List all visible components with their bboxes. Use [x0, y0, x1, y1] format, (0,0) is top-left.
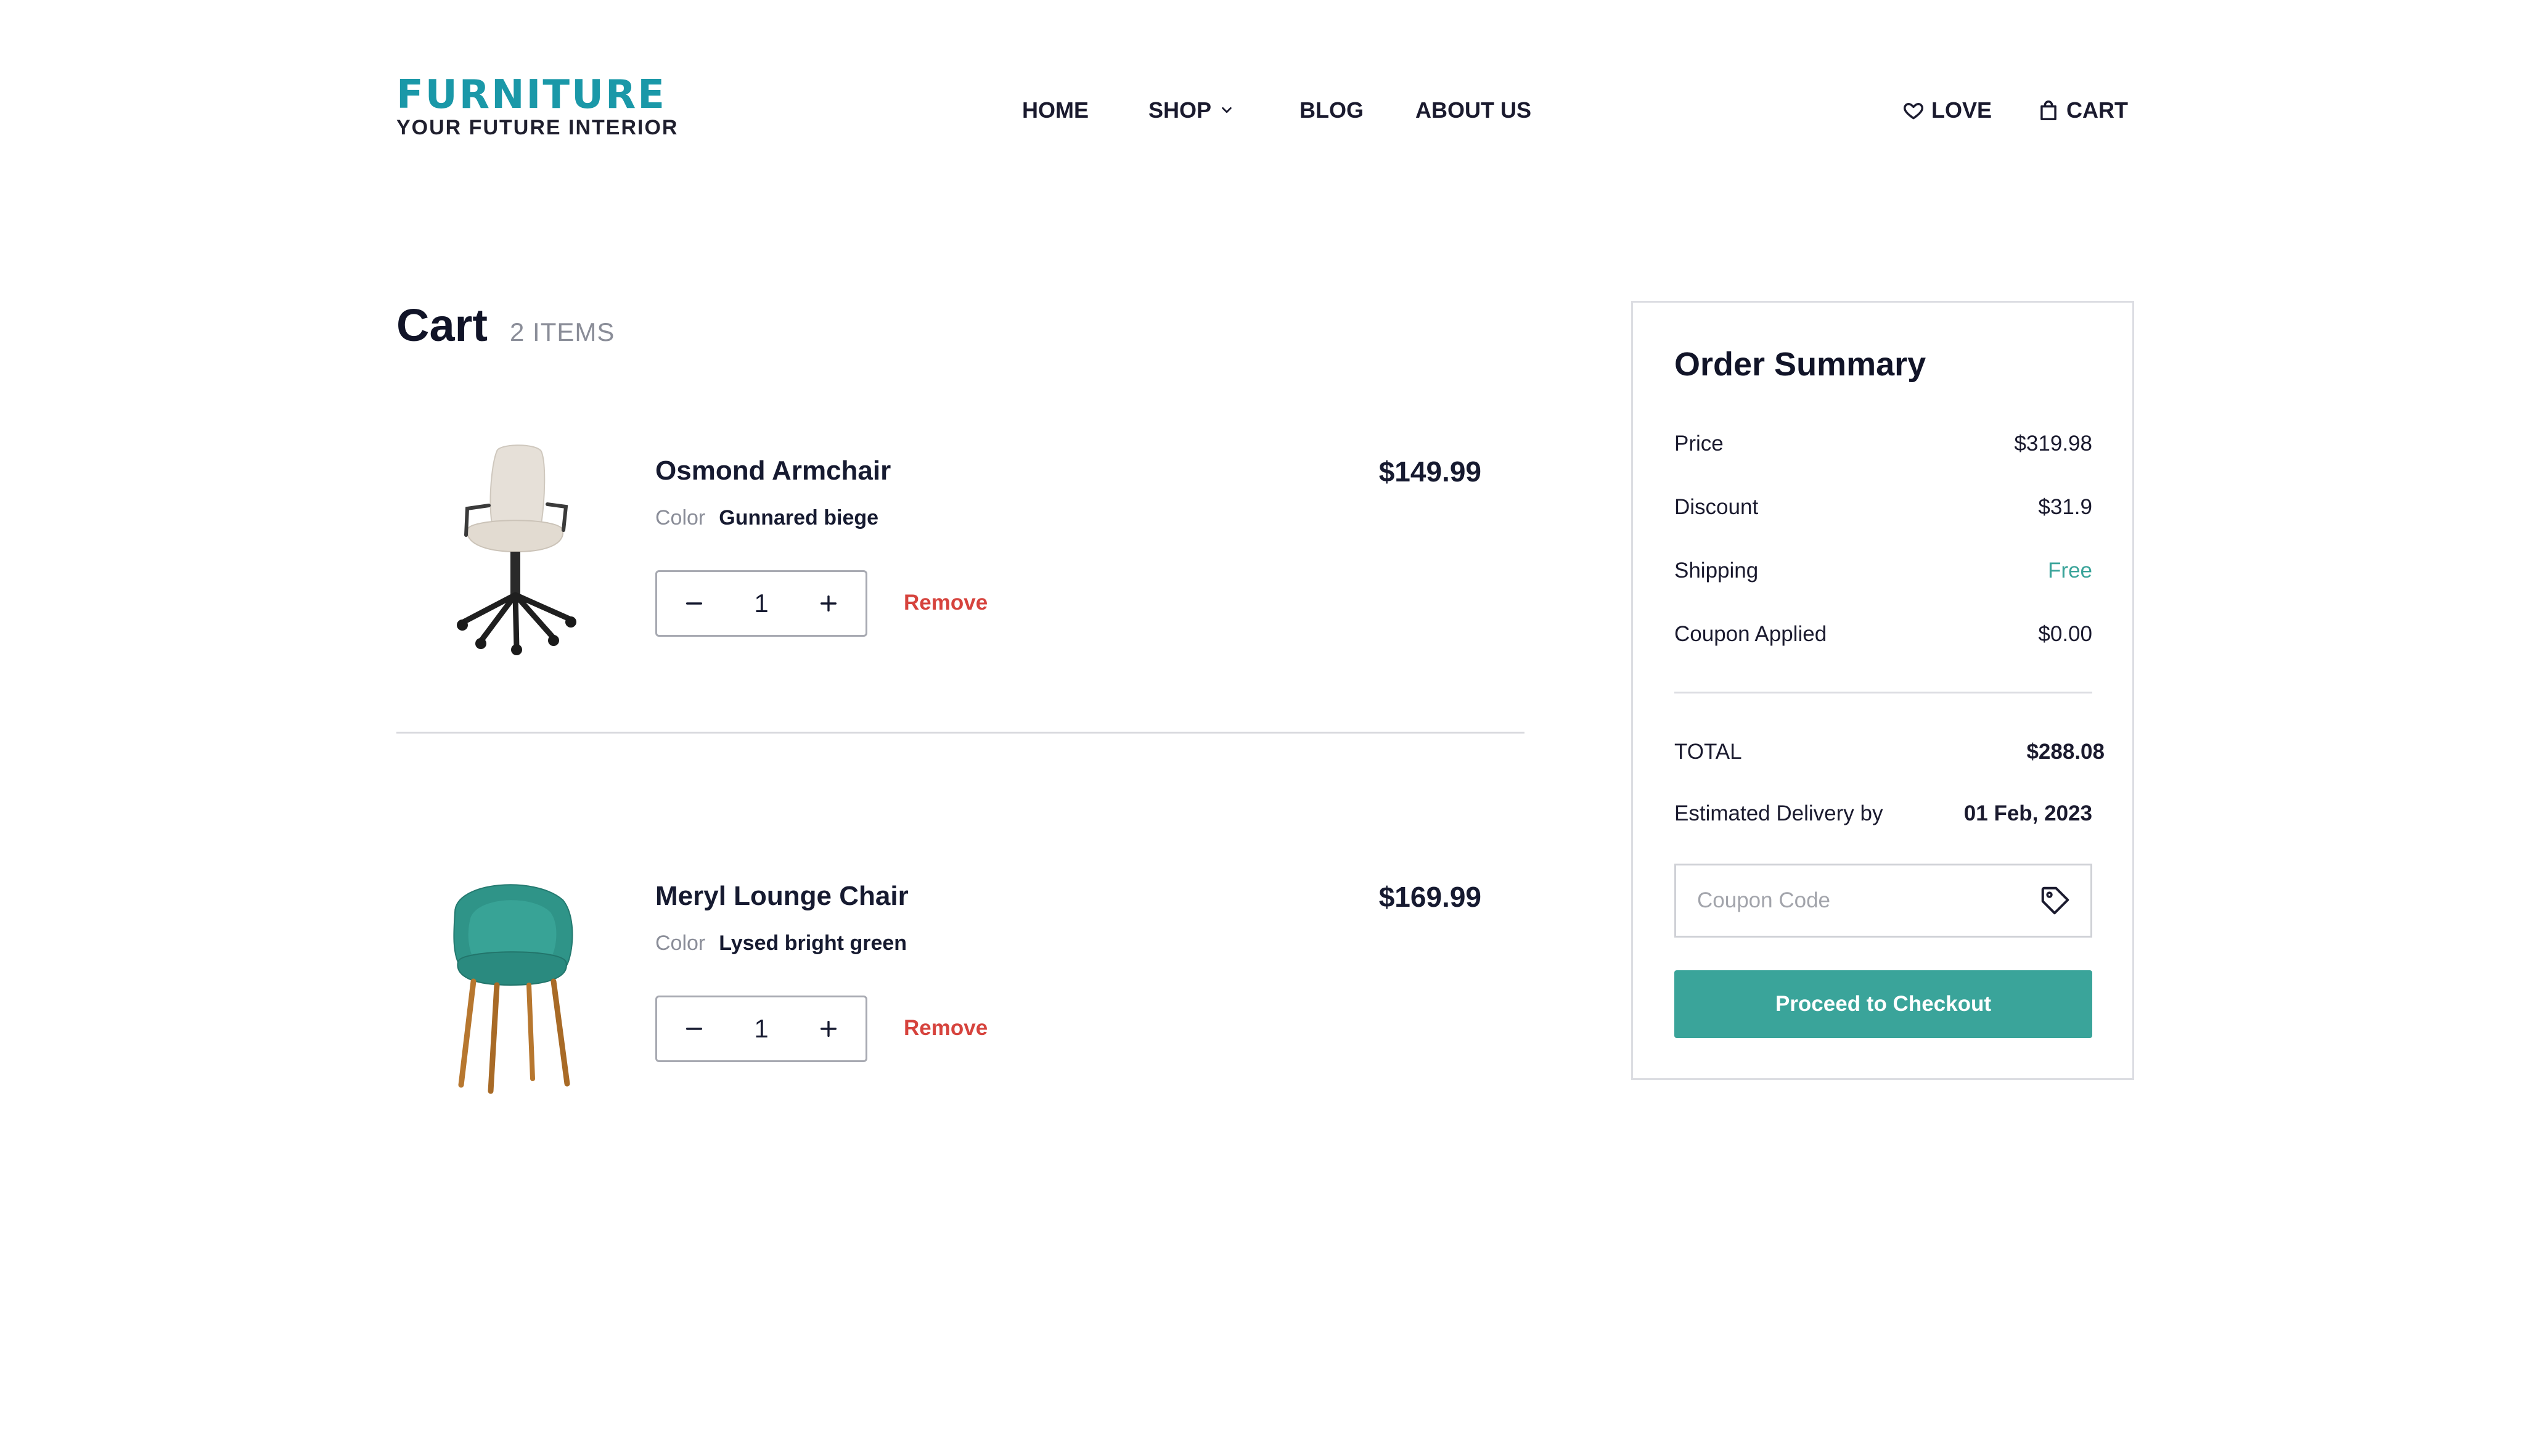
price-value: $319.98: [2014, 431, 2092, 456]
brand-name: FURNITURE: [396, 72, 666, 118]
total-value: $288.08: [2026, 740, 2105, 764]
discount-value: $31.9: [2038, 495, 2092, 519]
decrease-quantity-button[interactable]: [678, 587, 710, 620]
summary-divider: [1674, 692, 2092, 693]
item-divider: [396, 732, 1524, 734]
tag-icon[interactable]: [2039, 884, 2072, 917]
office-chair-image: [457, 444, 576, 655]
item-price: $149.99: [1378, 456, 1481, 488]
cart-label: CART: [2066, 97, 2128, 123]
order-summary: Order Summary Price $319.98 Discount $31…: [1631, 301, 2134, 1080]
minus-icon: [685, 1028, 703, 1030]
brand-tagline: YOUR FUTURE INTERIOR: [396, 116, 679, 139]
nav-blog[interactable]: BLOG: [1299, 96, 1364, 125]
nav-blog-label: BLOG: [1299, 97, 1364, 123]
decrease-quantity-button[interactable]: [678, 1013, 710, 1045]
coupon-field: [1674, 864, 2092, 938]
nav-about-us[interactable]: ABOUT US: [1415, 96, 1531, 125]
love-label: LOVE: [1931, 97, 1992, 123]
summary-row-delivery: Estimated Delivery by 01 Feb, 2023: [1674, 801, 2092, 827]
summary-row-shipping: Shipping Free: [1674, 558, 2092, 584]
increase-quantity-button[interactable]: [812, 587, 845, 620]
nav-shop[interactable]: SHOP: [1148, 96, 1234, 125]
total-label: TOTAL: [1674, 740, 1742, 764]
heart-icon: [1904, 102, 1923, 120]
delivery-date: 01 Feb, 2023: [1963, 801, 2092, 825]
quantity-stepper: 1: [655, 570, 867, 637]
item-color: Color Lysed bright green: [655, 931, 907, 956]
item-color-value: Gunnared biege: [719, 506, 879, 530]
coupon-applied-value: $0.00: [2038, 622, 2092, 646]
shipping-value: Free: [2048, 558, 2092, 583]
brand-logo[interactable]: FURNITURE YOUR FUTURE INTERIOR: [396, 75, 678, 138]
increase-quantity-button[interactable]: [812, 1013, 845, 1045]
chevron-down-icon: [1222, 107, 1232, 113]
cart-title: Cart: [396, 300, 488, 351]
plus-icon: [820, 595, 837, 612]
item-color-label: Color: [655, 931, 706, 955]
nav-about-label: ABOUT US: [1415, 97, 1531, 123]
quantity-stepper: 1: [655, 996, 867, 1062]
remove-item-button[interactable]: Remove: [904, 590, 988, 616]
item-price: $169.99: [1378, 881, 1481, 913]
cart-page: FURNITURE YOUR FUTURE INTERIOR HOME SHOP…: [0, 0, 2525, 1456]
proceed-to-checkout-button[interactable]: Proceed to Checkout: [1674, 970, 2092, 1038]
cart-item: Osmond Armchair $149.99 Color Gunnared b…: [396, 431, 1524, 678]
shopping-bag-icon: [2040, 100, 2056, 120]
summary-row-coupon: Coupon Applied $0.00: [1674, 621, 2092, 647]
summary-row-price: Price $319.98: [1674, 431, 2092, 457]
lounge-chair-image: [453, 884, 573, 1094]
summary-row-total: TOTAL $288.08: [1674, 739, 2105, 765]
delivery-label: Estimated Delivery by: [1674, 801, 1883, 825]
cart-link[interactable]: CART: [2037, 96, 2128, 125]
nav-shop-label: SHOP: [1148, 97, 1212, 123]
cart-item-count: 2 ITEMS: [510, 317, 615, 346]
minus-icon: [685, 602, 703, 605]
item-color-value: Lysed bright green: [719, 931, 907, 955]
cart-item: Meryl Lounge Chair $169.99 Color Lysed b…: [396, 857, 1524, 1103]
order-summary-title: Order Summary: [1674, 346, 1926, 383]
remove-item-button[interactable]: Remove: [904, 1015, 988, 1041]
nav-home[interactable]: HOME: [1022, 96, 1089, 125]
nav-home-label: HOME: [1022, 97, 1089, 123]
item-color-label: Color: [655, 506, 706, 530]
summary-row-discount: Discount $31.9: [1674, 494, 2092, 520]
item-name[interactable]: Osmond Armchair: [655, 455, 891, 488]
shipping-label: Shipping: [1674, 558, 1759, 583]
item-name[interactable]: Meryl Lounge Chair: [655, 880, 909, 913]
love-link[interactable]: LOVE: [1902, 96, 1992, 125]
quantity-value[interactable]: 1: [754, 589, 768, 618]
item-color: Color Gunnared biege: [655, 505, 878, 531]
coupon-code-input[interactable]: [1696, 888, 2039, 914]
quantity-value[interactable]: 1: [754, 1014, 768, 1044]
discount-label: Discount: [1674, 495, 1759, 519]
price-label: Price: [1674, 431, 1724, 456]
plus-icon: [820, 1020, 837, 1037]
coupon-applied-label: Coupon Applied: [1674, 622, 1827, 646]
